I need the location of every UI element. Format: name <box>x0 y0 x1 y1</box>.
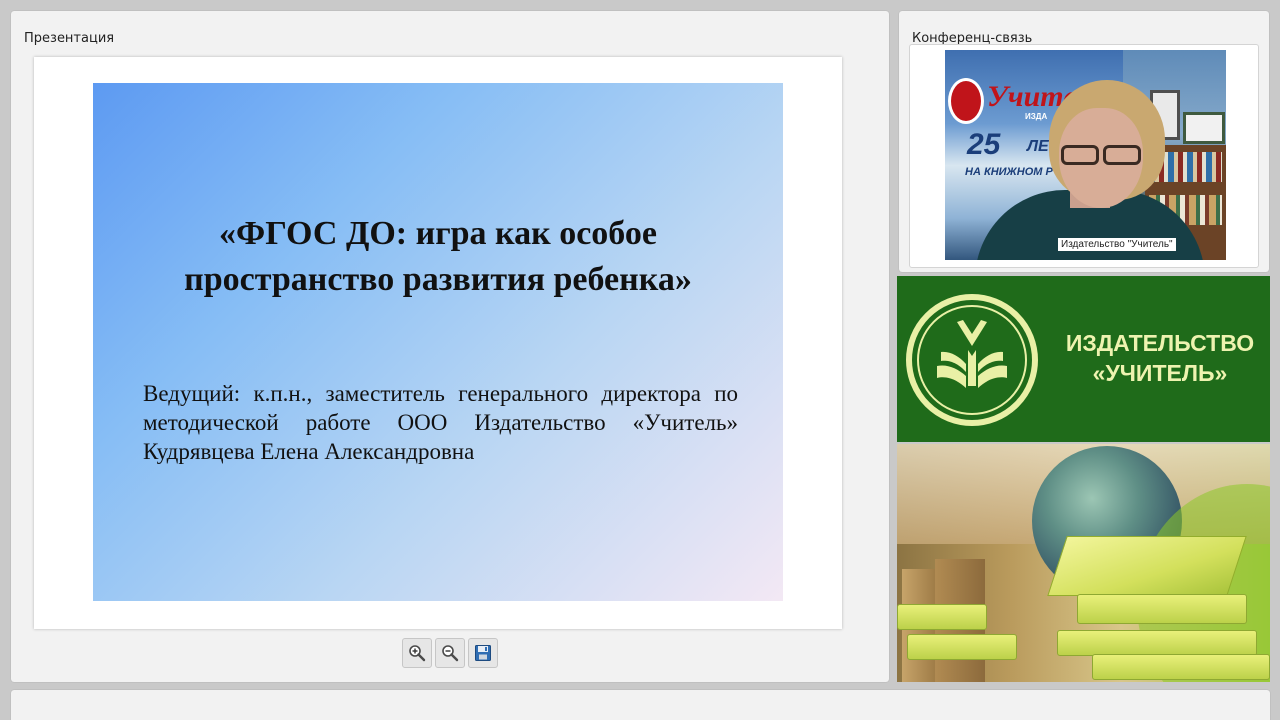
publisher-name-line-2: «УЧИТЕЛЬ» <box>1092 360 1228 386</box>
book-stack-item <box>1077 594 1247 624</box>
book-stack-item <box>1092 654 1270 680</box>
presentation-panel-title: Презентация <box>24 31 115 46</box>
open-book-logo-icon <box>937 320 1007 388</box>
publisher-name: ИЗДАТЕЛЬСТВО «УЧИТЕЛЬ» <box>1055 328 1265 388</box>
book-stack-item <box>1057 630 1257 656</box>
presentation-panel: Презентация «ФГОС ДО: игра как особое пр… <box>11 11 889 682</box>
book-stack-item <box>907 634 1017 660</box>
floppy-disk-icon <box>475 645 491 661</box>
conference-panel: Конференц-связь Учите ИЗДА 25 ЛЕТ НА КНИ… <box>899 11 1269 272</box>
poster-sub: ИЗДА <box>1025 112 1048 121</box>
slide-frame: «ФГОС ДО: игра как особое пространство р… <box>34 57 842 629</box>
poster-logo-icon <box>948 78 984 124</box>
zoom-out-button[interactable] <box>435 638 465 668</box>
poster-number: 25 <box>967 128 1001 161</box>
presentation-toolbar <box>402 638 498 668</box>
slide-title: «ФГОС ДО: игра как особое пространство р… <box>93 211 783 303</box>
save-button[interactable] <box>468 638 498 668</box>
glasses-lens-left <box>1061 145 1099 165</box>
presenter-glasses <box>1055 145 1143 165</box>
slide-title-line-2: пространство развития ребенка» <box>184 261 692 298</box>
publisher-banner: ИЗДАТЕЛЬСТВО «УЧИТЕЛЬ» <box>897 276 1270 442</box>
books-globe-image <box>897 444 1270 682</box>
participant-name-label: Издательство "Учитель" <box>1058 238 1176 251</box>
video-frame: Учите ИЗДА 25 ЛЕТ НА КНИЖНОМ Р Издательс… <box>909 44 1259 268</box>
slide-body-text: Ведущий: к.п.н., заместитель генеральног… <box>143 381 738 464</box>
zoom-in-button[interactable] <box>402 638 432 668</box>
publisher-name-line-1: ИЗДАТЕЛЬСТВО <box>1065 330 1255 356</box>
book-stack-item <box>897 604 987 630</box>
open-book-image <box>1047 536 1247 596</box>
glasses-lens-right <box>1103 145 1141 165</box>
bottom-panel <box>11 690 1270 720</box>
poster-line: НА КНИЖНОМ Р <box>965 166 1053 178</box>
zoom-in-icon <box>409 645 426 662</box>
wall-frame-2 <box>1183 112 1225 144</box>
slide-title-line-1: «ФГОС ДО: игра как особое <box>219 215 657 252</box>
zoom-out-icon <box>442 645 459 662</box>
presentation-slide: «ФГОС ДО: игра как особое пространство р… <box>93 83 783 601</box>
participant-video[interactable]: Учите ИЗДА 25 ЛЕТ НА КНИЖНОМ Р Издательс… <box>945 50 1226 260</box>
